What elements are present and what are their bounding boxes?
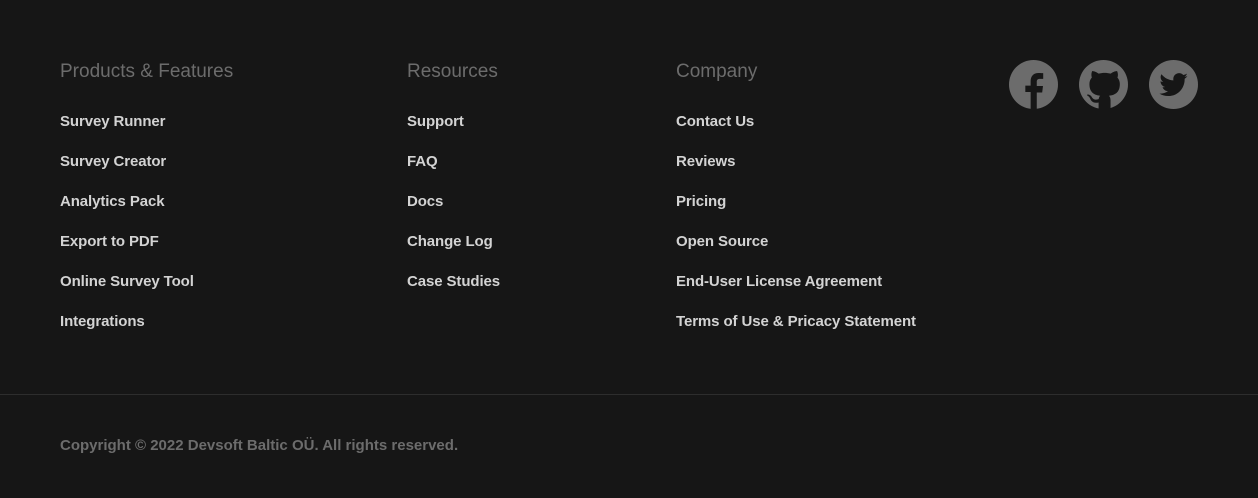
list-item: Case Studies (407, 272, 500, 312)
footer-links-area: Products & Features Survey Runner Survey… (0, 0, 1258, 394)
github-icon (1079, 60, 1128, 109)
list-item: Pricing (676, 192, 916, 232)
link-analytics-pack[interactable]: Analytics Pack (60, 193, 165, 210)
link-docs[interactable]: Docs (407, 193, 443, 210)
facebook-icon (1009, 60, 1058, 109)
list-item: End-User License Agreement (676, 272, 916, 312)
list-item: Change Log (407, 232, 500, 272)
twitter-link[interactable] (1149, 60, 1198, 109)
link-survey-runner[interactable]: Survey Runner (60, 113, 166, 130)
link-contact-us[interactable]: Contact Us (676, 113, 754, 130)
link-list-resources: Support FAQ Docs Change Log Case Studies (407, 112, 500, 312)
link-pricing[interactable]: Pricing (676, 193, 726, 210)
link-faq[interactable]: FAQ (407, 153, 438, 170)
link-eula[interactable]: End-User License Agreement (676, 273, 882, 290)
link-list-company: Contact Us Reviews Pricing Open Source E… (676, 112, 916, 352)
list-item: Docs (407, 192, 500, 232)
link-case-studies[interactable]: Case Studies (407, 273, 500, 290)
list-item: Open Source (676, 232, 916, 272)
twitter-icon (1149, 60, 1198, 109)
link-open-source[interactable]: Open Source (676, 233, 768, 250)
list-item: Reviews (676, 152, 916, 192)
list-item: Survey Creator (60, 152, 233, 192)
github-link[interactable] (1079, 60, 1128, 109)
facebook-link[interactable] (1009, 60, 1058, 109)
footer-column-resources: Resources Support FAQ Docs Change Log Ca… (407, 60, 500, 312)
link-support[interactable]: Support (407, 113, 464, 130)
list-item: Integrations (60, 312, 233, 352)
column-heading-company: Company (676, 61, 758, 82)
list-item: Survey Runner (60, 112, 233, 152)
copyright-text: Copyright © 2022 Devsoft Baltic OÜ. All … (60, 437, 459, 454)
list-item: FAQ (407, 152, 500, 192)
link-survey-creator[interactable]: Survey Creator (60, 153, 166, 170)
link-reviews[interactable]: Reviews (676, 153, 735, 170)
link-change-log[interactable]: Change Log (407, 233, 493, 250)
link-online-survey-tool[interactable]: Online Survey Tool (60, 273, 194, 290)
link-terms-privacy[interactable]: Terms of Use & Pricacy Statement (676, 313, 916, 330)
list-item: Contact Us (676, 112, 916, 152)
list-item: Online Survey Tool (60, 272, 233, 312)
list-item: Export to PDF (60, 232, 233, 272)
link-list-products: Survey Runner Survey Creator Analytics P… (60, 112, 233, 352)
footer-column-company: Company Contact Us Reviews Pricing Open … (676, 60, 916, 352)
social-links (1009, 60, 1198, 109)
list-item: Terms of Use & Pricacy Statement (676, 312, 916, 352)
footer-divider (0, 394, 1258, 395)
footer-column-products: Products & Features Survey Runner Survey… (60, 60, 233, 352)
list-item: Analytics Pack (60, 192, 233, 232)
column-heading-products: Products & Features (60, 61, 234, 82)
link-export-to-pdf[interactable]: Export to PDF (60, 233, 159, 250)
column-heading-resources: Resources (407, 61, 498, 82)
list-item: Support (407, 112, 500, 152)
link-integrations[interactable]: Integrations (60, 313, 145, 330)
